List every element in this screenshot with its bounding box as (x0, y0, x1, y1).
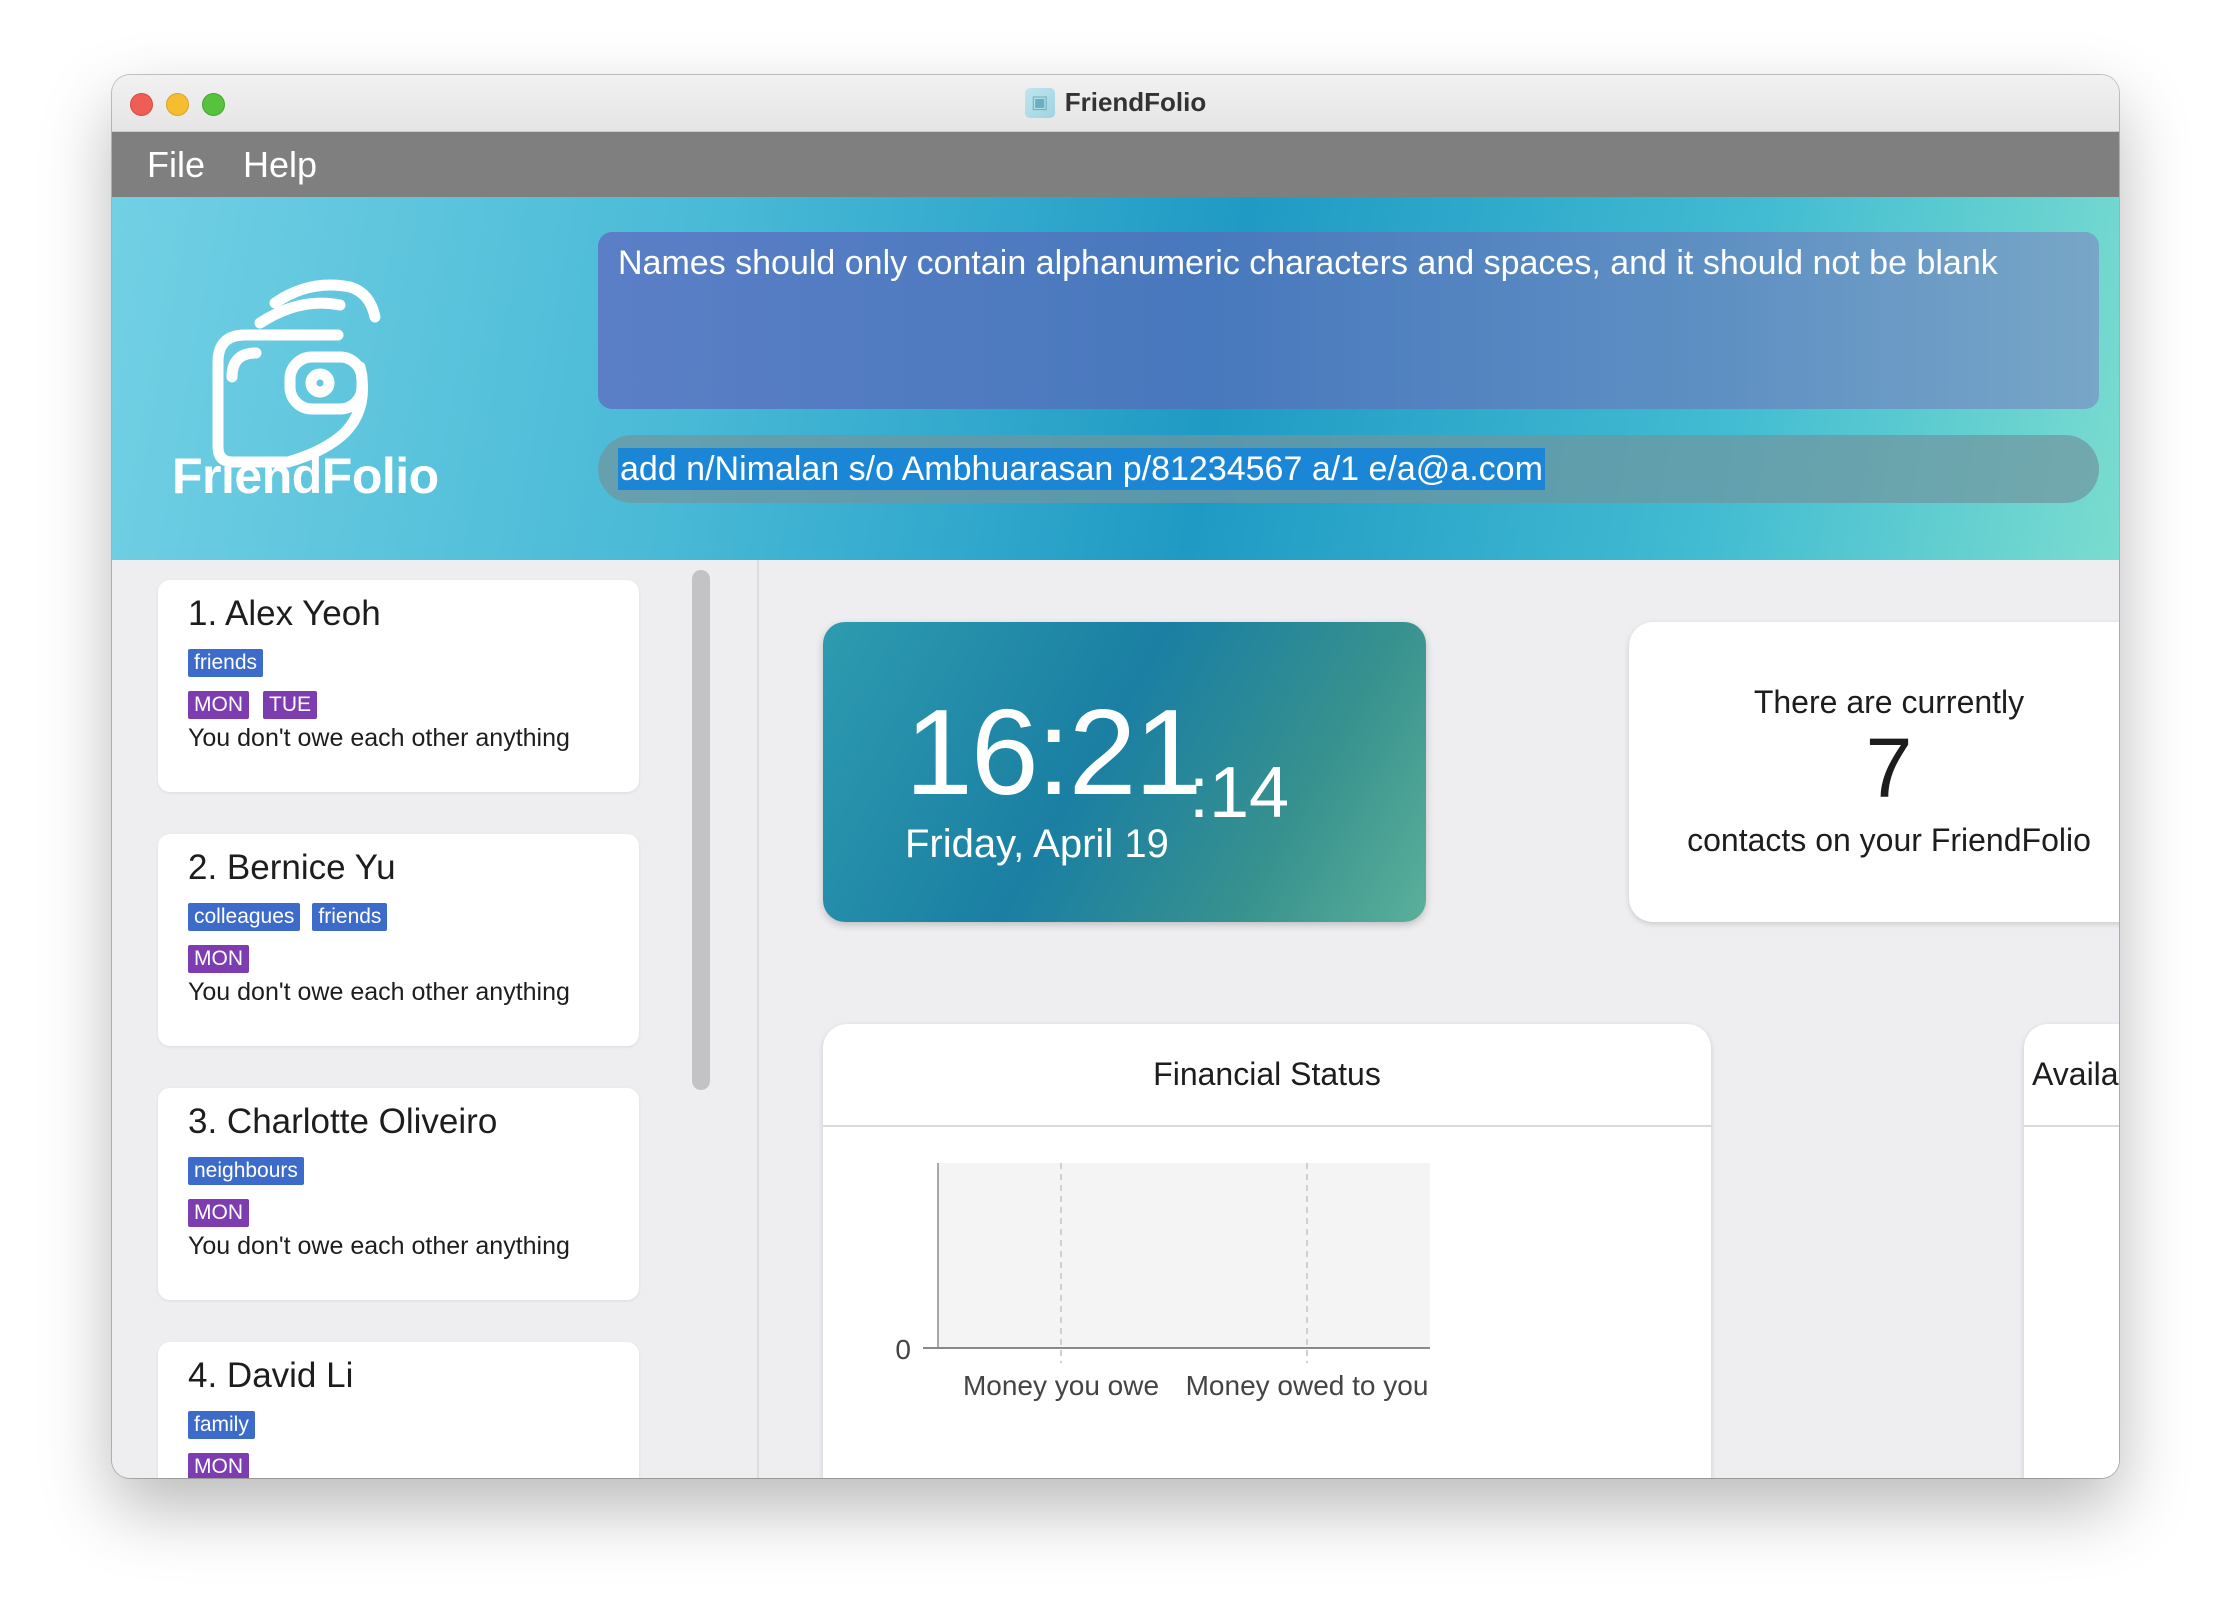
contact-tag: friends (312, 903, 388, 931)
menu-help[interactable]: Help (243, 144, 317, 186)
command-input-text[interactable]: add n/Nimalan s/o Ambhuarasan p/81234567… (618, 448, 1545, 490)
chart-plot-area (938, 1163, 1430, 1348)
contact-debt-status: You don't owe each other anything (188, 1232, 570, 1260)
financial-bar-chart: 0 Money you owe Money owed to you (895, 1163, 1430, 1401)
clock-hours-minutes: 16:21 (905, 684, 1202, 820)
app-icon: ▣ (1024, 87, 1055, 118)
logo-text: FriendFolio (172, 448, 439, 504)
contact-count-suffix: contacts on your FriendFolio (1687, 822, 2091, 858)
availability-day-tag: MON (188, 1199, 249, 1227)
contact-name: 1. Alex Yeoh (188, 594, 381, 633)
x-tick-label: Money you owe (963, 1370, 1159, 1401)
financial-status-title: Financial Status (823, 1024, 1711, 1127)
menu-bar: File Help (112, 132, 2119, 197)
contact-name: 3. Charlotte Oliveiro (188, 1102, 498, 1141)
contact-card[interactable]: 4. David Li family MON (158, 1342, 639, 1478)
menu-file[interactable]: File (147, 144, 205, 186)
contact-card[interactable]: 3. Charlotte Oliveiro neighbours MON You… (158, 1088, 639, 1300)
command-input[interactable]: add n/Nimalan s/o Ambhuarasan p/81234567… (598, 435, 2099, 503)
y-tick-label: 0 (895, 1334, 911, 1365)
availability-day-tag: MON (188, 691, 249, 719)
x-tick-label: Money owed to you (1186, 1370, 1429, 1401)
availability-day-tag: TUE (263, 691, 317, 719)
window-title: FriendFolio (1064, 87, 1207, 117)
availability-day-tag: MON (188, 1453, 249, 1478)
header-panel: FriendFolio Names should only contain al… (112, 197, 2119, 560)
contact-count-value: 7 (1865, 721, 1913, 815)
contact-debt-status: You don't owe each other anything (188, 978, 570, 1006)
contact-debt-status: You don't owe each other anything (188, 724, 570, 752)
contact-count-card: There are currently 7 contacts on your F… (1629, 622, 2119, 922)
title-bar: ▣ FriendFolio (112, 75, 2119, 132)
clock-date: Friday, April 19 (905, 822, 1169, 866)
app-window: ▣ FriendFolio File Help FriendFolio Name… (112, 75, 2119, 1478)
contact-tag: family (188, 1411, 255, 1439)
contact-count-prefix: There are currently (1753, 684, 2025, 720)
clock-widget: 16:21 :14 Friday, April 19 (823, 622, 1426, 922)
financial-status-card: Financial Status 0 Money you owe Money ow… (823, 1024, 1711, 1478)
clock-seconds: :14 (1189, 753, 1290, 833)
contact-name: 4. David Li (188, 1356, 354, 1395)
contact-list-scrollbar[interactable] (692, 570, 710, 1090)
contact-card[interactable]: 1. Alex Yeoh friends MON TUE You don't o… (158, 580, 639, 792)
dashboard-panel: 16:21 :14 Friday, April 19 There are cur… (761, 560, 2119, 1478)
contact-name: 2. Bernice Yu (188, 848, 396, 887)
result-display: Names should only contain alphanumeric c… (598, 232, 2099, 409)
available-today-card: Available today (2024, 1024, 2119, 1478)
contact-tag: colleagues (188, 903, 301, 931)
contact-card[interactable]: 2. Bernice Yu colleagues friends MON You… (158, 834, 639, 1046)
contact-tag: friends (188, 649, 264, 677)
availability-day-tag: MON (188, 945, 249, 973)
contact-list[interactable]: 1. Alex Yeoh friends MON TUE You don't o… (112, 560, 759, 1478)
available-today-title: Available today (2024, 1024, 2119, 1127)
contact-tag: neighbours (188, 1157, 304, 1185)
